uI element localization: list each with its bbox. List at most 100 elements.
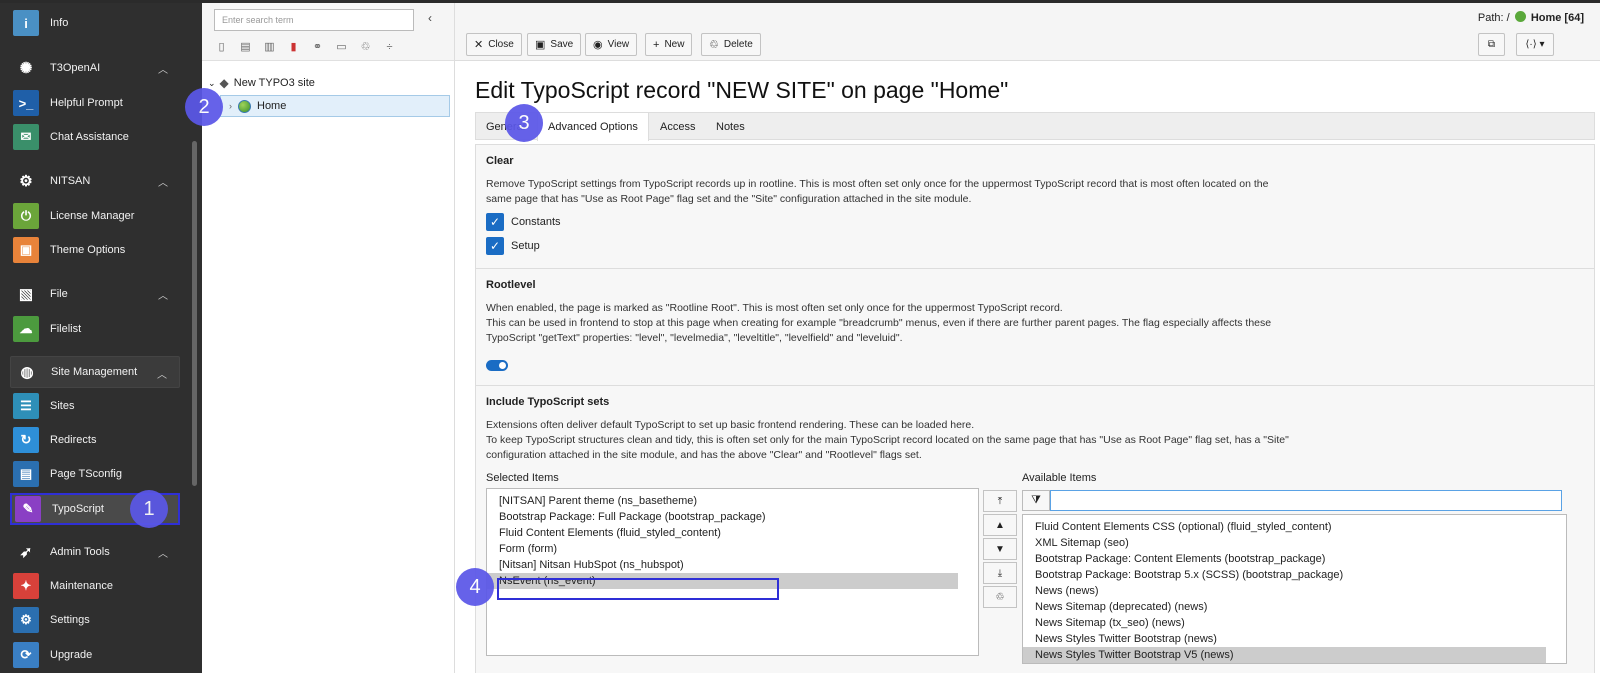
menu-label: Site Management <box>51 366 138 378</box>
menu-label: Maintenance <box>50 580 113 592</box>
menu-group-site-management[interactable]: ◍ Site Management ︿ <box>10 356 180 388</box>
available-list-item[interactable]: News Sitemap (tx_seo) (news) <box>1023 615 1566 631</box>
available-list-item[interactable]: News Styles Twitter Bootstrap V5 (news) <box>1023 647 1546 663</box>
collapse-tree-icon[interactable]: ‹ <box>428 11 432 25</box>
available-items-list[interactable]: Fluid Content Elements CSS (optional) (f… <box>1022 514 1567 664</box>
selected-list-item[interactable]: [Nitsan] Nitsan HubSpot (ns_hubspot) <box>487 557 978 573</box>
available-list-item[interactable]: News Sitemap (deprecated) (news) <box>1023 599 1566 615</box>
cloud-icon: ☁ <box>13 316 39 342</box>
tab-advanced-options[interactable]: Advanced Options <box>537 113 649 141</box>
new-page-red-icon[interactable]: ▮ <box>286 39 301 54</box>
menu-label: Upgrade <box>50 649 93 661</box>
remove-item-button[interactable]: ♲ <box>983 586 1017 608</box>
include-title: Include TypoScript sets <box>486 396 610 408</box>
power-icon: ⏻ <box>13 203 39 229</box>
move-bottom-button[interactable]: ⤓ <box>983 562 1017 584</box>
save-button[interactable]: ▣ Save <box>527 33 582 56</box>
move-down-button[interactable]: ▼ <box>983 538 1017 560</box>
menu-group-t3openai[interactable]: ✺ T3OpenAI ︿ <box>10 52 180 84</box>
menu-item-license-manager[interactable]: ⏻ License Manager <box>10 200 180 232</box>
folder-icon[interactable]: ▭ <box>334 39 349 54</box>
menu-item-info[interactable]: i Info <box>10 7 180 39</box>
selected-items-list[interactable]: [NITSAN] Parent theme (ns_basetheme) Boot… <box>486 488 979 656</box>
tab-access[interactable]: Access <box>650 113 705 140</box>
path-page[interactable]: Home [64] <box>1531 12 1584 24</box>
setup-checkbox[interactable]: ✓ Setup <box>486 237 1584 255</box>
move-top-button[interactable]: ⤒ <box>983 490 1017 512</box>
tree-root-node[interactable]: ⌄ ◆ New TYPO3 site <box>208 76 315 90</box>
available-list-item[interactable]: Fluid Content Elements CSS (optional) (f… <box>1023 519 1566 535</box>
selected-list-item[interactable]: Form (form) <box>487 541 978 557</box>
available-list-item[interactable]: News (news) <box>1023 583 1566 599</box>
chevron-right-icon[interactable]: › <box>229 101 232 111</box>
constants-label: Constants <box>511 216 561 228</box>
divider-icon[interactable]: ÷ <box>382 39 397 54</box>
menu-label: Chat Assistance <box>50 131 129 143</box>
tree-node-home[interactable]: › Home <box>220 95 450 117</box>
delete-button[interactable]: ♲ Delete <box>701 33 761 56</box>
available-list-item[interactable]: News Styles Twitter Bootstrap (news) <box>1023 631 1566 647</box>
chevron-up-icon[interactable]: ︿ <box>157 366 167 381</box>
new-button[interactable]: + New <box>645 33 693 56</box>
filter-input[interactable] <box>1050 490 1562 511</box>
move-top-icon: ⤒ <box>997 495 1003 507</box>
constants-checkbox[interactable]: ✓ Constants <box>486 213 1584 231</box>
check-icon: ✓ <box>486 237 504 255</box>
move-up-button[interactable]: ▲ <box>983 514 1017 536</box>
new-page-doc-icon[interactable]: ▤ <box>238 39 253 54</box>
share-button[interactable]: ⟨·⟩ ▾ <box>1516 33 1554 56</box>
menu-item-chat-assistance[interactable]: ✉ Chat Assistance <box>10 121 180 153</box>
tsconfig-icon: ▤ <box>13 461 39 487</box>
move-down-icon: ▼ <box>995 543 1005 555</box>
menu-item-settings[interactable]: ⚙ Settings <box>10 604 180 636</box>
rootlevel-toggle[interactable] <box>486 360 508 371</box>
delete-label: Delete <box>723 39 753 50</box>
chevron-down-icon[interactable]: ⌄ <box>208 78 216 89</box>
menu-item-maintenance[interactable]: ✦ Maintenance <box>10 570 180 602</box>
clear-description: Remove TypoScript settings from TypoScri… <box>486 178 1269 205</box>
menu-group-nitsan[interactable]: ⚙ NITSAN ︿ <box>10 165 180 197</box>
path-prefix: Path: / <box>1477 12 1510 24</box>
menu-item-page-tsconfig[interactable]: ▤ Page TSconfig <box>10 458 180 490</box>
new-page-link-icon[interactable]: ▥ <box>262 39 277 54</box>
module-menu-scrollbar[interactable] <box>192 141 197 486</box>
selected-list-item[interactable]: Fluid Content Elements (fluid_styled_con… <box>487 525 978 541</box>
menu-group-file[interactable]: ▧ File ︿ <box>10 278 180 310</box>
menu-item-theme-options[interactable]: ▣ Theme Options <box>10 234 180 266</box>
chevron-up-icon[interactable]: ︿ <box>158 174 168 189</box>
menu-item-helpful-prompt[interactable]: >_ Helpful Prompt <box>10 87 180 119</box>
link-icon[interactable]: ⚭ <box>310 39 325 54</box>
tree-search-input[interactable]: Enter search term <box>214 9 414 31</box>
open-new-window-button[interactable]: ⧉ <box>1478 33 1505 56</box>
menu-group-admin-tools[interactable]: ➶ Admin Tools ︿ <box>10 536 180 568</box>
menu-item-filelist[interactable]: ☁ Filelist <box>10 313 180 345</box>
chevron-up-icon[interactable]: ︿ <box>158 61 168 76</box>
chevron-up-icon[interactable]: ︿ <box>158 545 168 560</box>
rootlevel-description-1: When enabled, the page is marked as "Roo… <box>486 302 1063 314</box>
available-list-item[interactable]: Bootstrap Package: Content Elements (boo… <box>1023 551 1566 567</box>
chevron-up-icon[interactable]: ︿ <box>158 287 168 302</box>
available-list-item[interactable]: Bootstrap Package: Bootstrap 5.x (SCSS) … <box>1023 567 1566 583</box>
view-button[interactable]: ◉ View <box>585 33 638 56</box>
settings-icon: ⚙ <box>13 607 39 633</box>
breadcrumb: Path: / Home [64] <box>1478 11 1584 24</box>
terminal-icon: >_ <box>13 90 39 116</box>
sites-icon: ☰ <box>13 393 39 419</box>
selected-list-item[interactable]: [NITSAN] Parent theme (ns_basetheme) <box>487 493 978 509</box>
content-area: Path: / Home [64] ✕ Close ▣ Save ◉ View + Ne… <box>455 3 1600 673</box>
close-button[interactable]: ✕ Close <box>466 33 522 56</box>
available-list-item[interactable]: XML Sitemap (seo) <box>1023 535 1566 551</box>
check-icon: ✓ <box>486 213 504 231</box>
trash-icon[interactable]: ♲ <box>358 39 373 54</box>
menu-item-redirects[interactable]: ↻ Redirects <box>10 424 180 456</box>
tree-root-label: New TYPO3 site <box>233 77 315 89</box>
step-badge-2: 2 <box>185 88 223 126</box>
new-page-icon[interactable]: ▯ <box>214 39 229 54</box>
menu-item-upgrade[interactable]: ⟳ Upgrade <box>10 639 180 671</box>
step-badge-1: 1 <box>130 490 168 528</box>
selected-list-item[interactable]: Bootstrap Package: Full Package (bootstr… <box>487 509 978 525</box>
chat-icon: ✉ <box>13 124 39 150</box>
menu-item-sites[interactable]: ☰ Sites <box>10 390 180 422</box>
tab-notes[interactable]: Notes <box>706 113 755 140</box>
wrench-icon: ✦ <box>13 573 39 599</box>
